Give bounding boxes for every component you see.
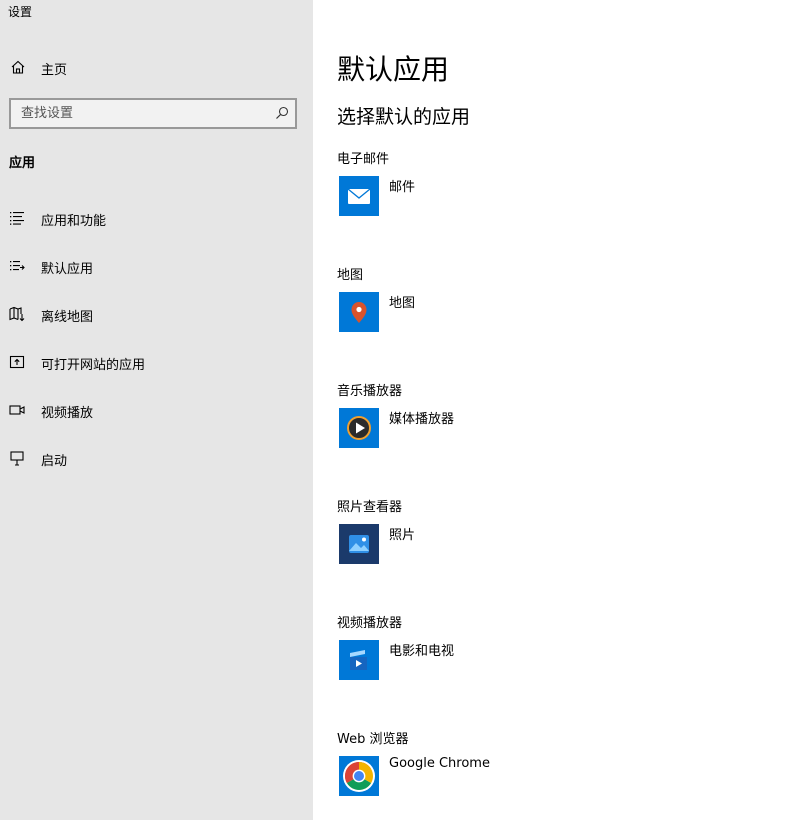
- default-app-button[interactable]: 电影和电视: [339, 640, 639, 682]
- category-email: 电子邮件 邮件: [337, 148, 777, 216]
- startup-icon: [10, 451, 24, 466]
- search-input[interactable]: [11, 100, 271, 127]
- default-app-button[interactable]: 媒体播放器: [339, 408, 639, 450]
- category-label: 音乐播放器: [337, 384, 403, 399]
- home-nav-item[interactable]: 主页: [0, 52, 313, 82]
- sidebar-item-offline-maps[interactable]: 离线地图: [0, 294, 313, 342]
- list-icon: [10, 212, 24, 225]
- section-title: 应用: [9, 156, 36, 171]
- search-box[interactable]: [9, 98, 297, 129]
- offline-map-icon: [9, 306, 25, 322]
- app-name: 照片: [389, 528, 416, 543]
- app-name: 电影和电视: [389, 644, 455, 659]
- media-player-icon: [339, 408, 379, 448]
- sidebar-item-label: 可打开网站的应用: [41, 358, 146, 373]
- category-label: 电子邮件: [337, 152, 390, 167]
- default-app-button[interactable]: 照片: [339, 524, 639, 566]
- window-title: 设置: [8, 5, 33, 19]
- page-title: 默认应用: [337, 53, 450, 86]
- app-name: 地图: [389, 296, 416, 311]
- sidebar-item-label: 离线地图: [41, 310, 94, 325]
- category-web-browser: Web 浏览器 Google Chrome: [337, 728, 777, 796]
- sidebar-item-default-apps[interactable]: 默认应用: [0, 246, 313, 294]
- search-icon[interactable]: [275, 106, 289, 120]
- sidebar-item-label: 应用和功能: [41, 214, 107, 229]
- sidebar-item-video-playback[interactable]: 视频播放: [0, 390, 313, 438]
- home-icon: [11, 60, 25, 74]
- chrome-icon: [339, 756, 379, 796]
- category-maps: 地图 地图: [337, 264, 777, 332]
- movies-tv-icon: [339, 640, 379, 680]
- home-label: 主页: [41, 63, 68, 78]
- category-label: 地图: [337, 268, 364, 283]
- app-name: 邮件: [389, 180, 416, 195]
- photos-icon: [339, 524, 379, 564]
- category-label: 照片查看器: [337, 500, 403, 515]
- category-video-player: 视频播放器 电影和电视: [337, 612, 777, 680]
- mail-icon: [339, 176, 379, 216]
- page-subtitle: 选择默认的应用: [337, 106, 471, 128]
- sidebar-item-label: 默认应用: [41, 262, 94, 277]
- video-icon: [9, 405, 25, 415]
- default-app-button[interactable]: 邮件: [339, 176, 639, 218]
- sidebar-item-apps-for-websites[interactable]: 可打开网站的应用: [0, 342, 313, 390]
- category-label: 视频播放器: [337, 616, 403, 631]
- open-website-icon: [9, 355, 25, 369]
- default-app-button[interactable]: Google Chrome: [339, 756, 639, 798]
- sidebar-item-startup[interactable]: 启动: [0, 438, 313, 486]
- default-app-button[interactable]: 地图: [339, 292, 639, 334]
- main-content: 默认应用 选择默认的应用 电子邮件 邮件 地图 地图 音乐播放器 媒体播放器 照…: [313, 0, 789, 820]
- sidebar-item-label: 启动: [41, 454, 68, 469]
- sidebar: 设置 主页 应用 应用和功能: [0, 0, 313, 820]
- app-name: Google Chrome: [389, 756, 490, 771]
- sidebar-nav: 应用和功能 默认应用 离线地图 可打开网站的应用 视频播放 启动: [0, 198, 313, 486]
- maps-pin-icon: [339, 292, 379, 332]
- default-apps-icon: [10, 261, 25, 271]
- category-photo-viewer: 照片查看器 照片: [337, 496, 777, 564]
- sidebar-item-label: 视频播放: [41, 406, 94, 421]
- app-name: 媒体播放器: [389, 412, 455, 427]
- sidebar-item-apps-features[interactable]: 应用和功能: [0, 198, 313, 246]
- category-label: Web 浏览器: [337, 732, 409, 747]
- category-music-player: 音乐播放器 媒体播放器: [337, 380, 777, 448]
